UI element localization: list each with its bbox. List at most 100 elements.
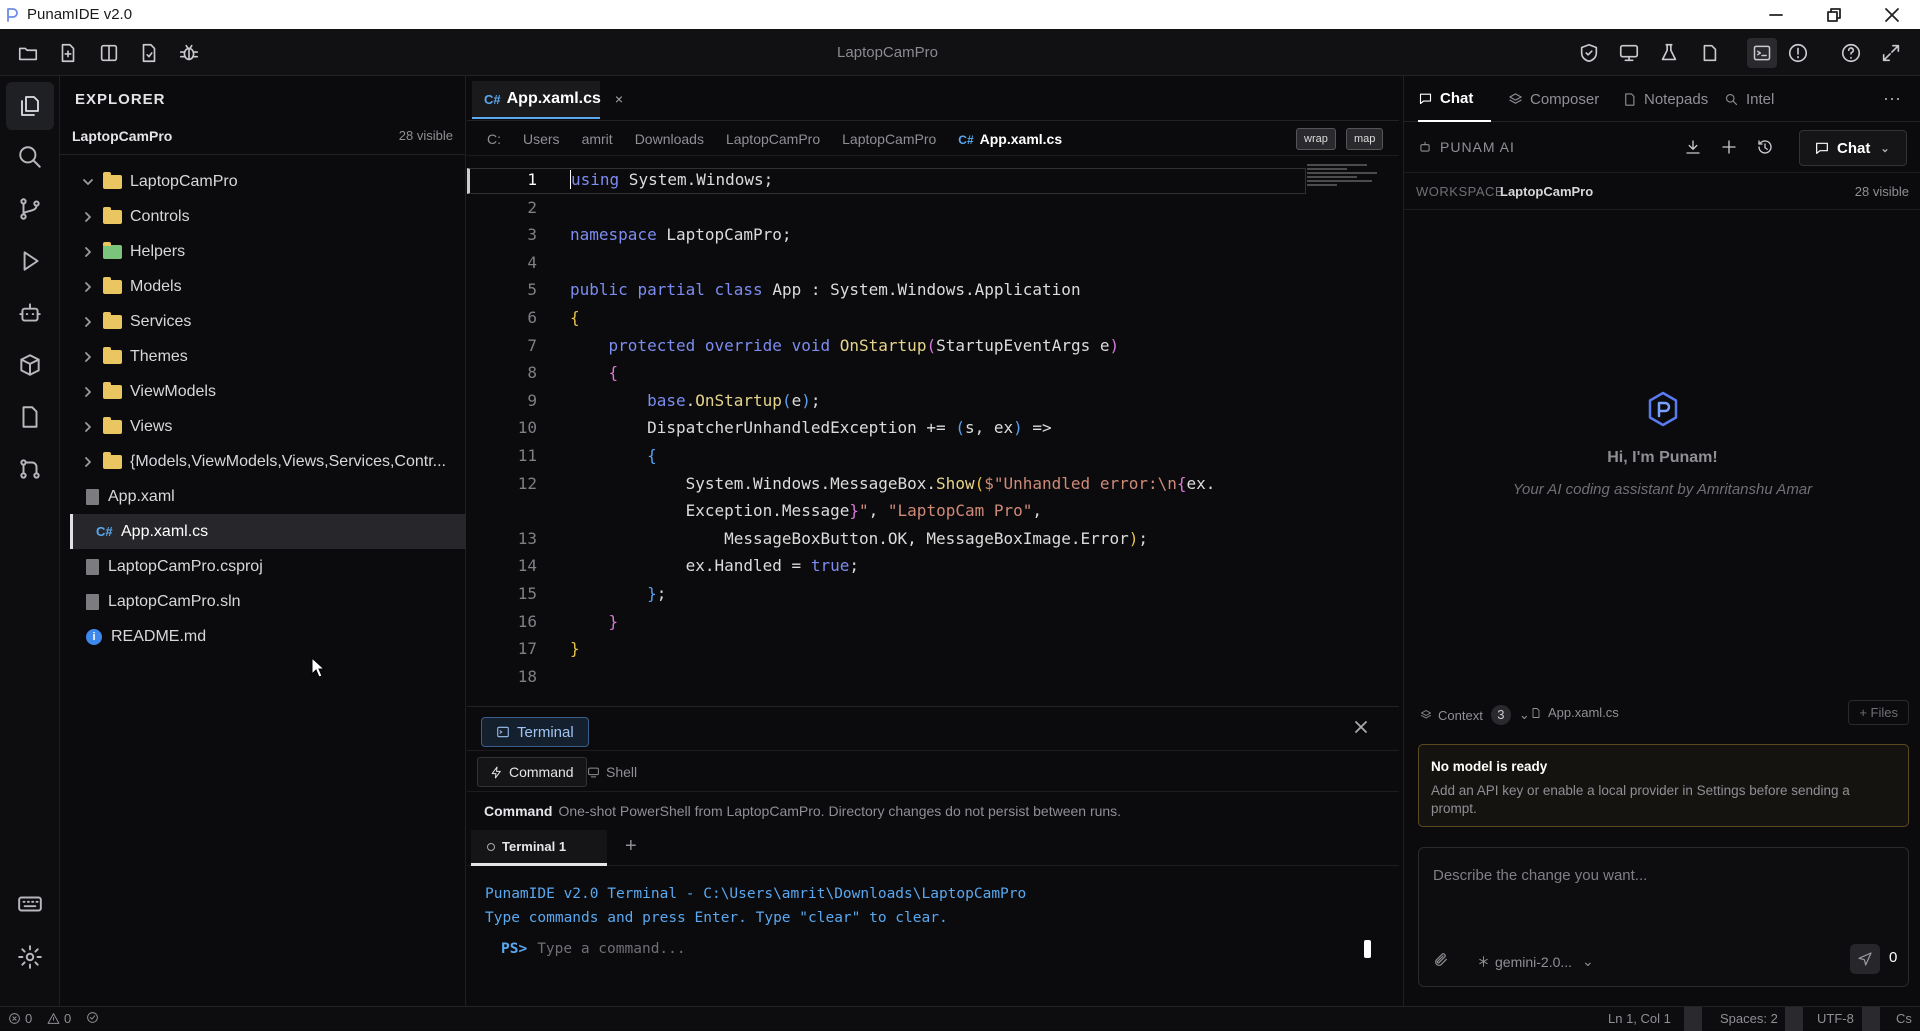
language-mode[interactable]: Cs — [1896, 1011, 1912, 1026]
tree-folder[interactable]: Controls — [60, 199, 466, 234]
tab-composer[interactable]: Composer — [1508, 76, 1599, 122]
shield-icon[interactable] — [1578, 42, 1600, 64]
editor-tab[interactable]: C# App.xaml.cs × — [472, 81, 623, 119]
minimize-button[interactable] — [1747, 0, 1805, 29]
context-file-chip[interactable]: App.xaml.cs — [1530, 705, 1619, 720]
code-line[interactable]: Exception.Message}", "LaptopCam Pro", — [467, 497, 1399, 525]
error-count[interactable]: 0 — [8, 1011, 32, 1026]
chevron-right-icon[interactable] — [82, 351, 94, 363]
more-options-button[interactable]: ··· — [1883, 88, 1901, 109]
ai-bot-icon[interactable] — [17, 300, 43, 326]
code-line[interactable]: 2 — [467, 194, 1399, 222]
terminal-prompt[interactable]: PS> Type a command... — [501, 941, 686, 957]
send-button[interactable] — [1850, 944, 1880, 974]
code-line[interactable]: 10 DispatcherUnhandledException += (s, e… — [467, 414, 1399, 442]
code-line[interactable]: 11 { — [467, 442, 1399, 470]
code-line[interactable]: 14 ex.Handled = true; — [467, 552, 1399, 580]
tree-folder[interactable]: Helpers — [60, 234, 466, 269]
monitor-icon[interactable] — [1618, 42, 1640, 64]
chevron-right-icon[interactable] — [82, 421, 94, 433]
warning-count[interactable]: 0 — [47, 1011, 71, 1026]
chevron-right-icon[interactable] — [82, 386, 94, 398]
tree-folder[interactable]: LaptopCamPro — [60, 164, 466, 199]
tree-folder[interactable]: Views — [60, 409, 466, 444]
tree-folder[interactable]: {Models,ViewModels,Views,Services,Contr.… — [60, 444, 466, 479]
minimap[interactable] — [1307, 164, 1377, 199]
history-icon[interactable] — [1756, 138, 1774, 156]
terminal-session-tab[interactable]: Terminal 1 — [471, 830, 607, 866]
code-line[interactable]: 13 MessageBoxButton.OK, MessageBoxImage.… — [467, 525, 1399, 553]
tree-file[interactable]: i README.md — [60, 619, 466, 654]
explorer-icon[interactable] — [6, 82, 54, 130]
tab-command[interactable]: Command — [477, 757, 587, 787]
terminal-title-button[interactable]: Terminal — [481, 717, 589, 747]
chevron-down-icon[interactable] — [82, 176, 94, 188]
breadcrumb-item[interactable]: C# App.xaml.cs — [958, 131, 1062, 147]
breadcrumb-item[interactable]: Downloads — [635, 131, 704, 147]
model-select[interactable]: gemini-2.0... ⌄ — [1477, 953, 1594, 970]
breadcrumb-item[interactable]: amrit — [582, 131, 613, 147]
code-view[interactable]: 1 using System.Windows; 2 3 namespace Laptop… — [467, 166, 1399, 706]
flask-icon[interactable] — [1658, 42, 1680, 64]
chat-mode-select[interactable]: Chat ⌄ — [1799, 130, 1907, 166]
extensions-cube-icon[interactable] — [17, 352, 43, 378]
close-window-button[interactable] — [1863, 0, 1920, 29]
breadcrumb-item[interactable]: C: — [487, 131, 501, 147]
chevron-right-icon[interactable] — [82, 246, 94, 258]
code-line[interactable]: 6{ — [467, 304, 1399, 332]
add-terminal-button[interactable]: + — [625, 835, 637, 858]
code-line[interactable]: 3 namespace LaptopCamPro; — [467, 221, 1399, 249]
chevron-right-icon[interactable] — [82, 211, 94, 223]
code-line[interactable]: 12 System.Windows.MessageBox.Show($"Unha… — [467, 470, 1399, 498]
tree-file[interactable]: C# App.xaml.cs — [70, 514, 466, 549]
code-line[interactable]: 15 }; — [467, 580, 1399, 608]
tree-folder[interactable]: Services — [60, 304, 466, 339]
tree-file[interactable]: LaptopCamPro.csproj — [60, 549, 466, 584]
code-line[interactable]: 17} — [467, 635, 1399, 663]
new-chat-icon[interactable] — [1720, 138, 1738, 156]
chevron-right-icon[interactable] — [82, 316, 94, 328]
download-icon[interactable] — [1684, 138, 1702, 156]
keyboard-icon[interactable] — [16, 891, 44, 917]
tree-file[interactable]: App.xaml — [60, 479, 466, 514]
notes-icon[interactable] — [17, 404, 43, 430]
chevron-right-icon[interactable] — [82, 281, 94, 293]
code-line[interactable]: 4 — [467, 249, 1399, 277]
tab-shell[interactable]: Shell — [575, 757, 649, 787]
close-tab-icon[interactable]: × — [615, 91, 623, 107]
breadcrumb-item[interactable]: LaptopCamPro — [726, 131, 820, 147]
files-icon[interactable] — [1698, 42, 1720, 64]
code-line[interactable]: 18 — [467, 663, 1399, 691]
terminal-toggle-icon[interactable] — [1747, 38, 1777, 68]
tree-folder[interactable]: Themes — [60, 339, 466, 374]
code-line[interactable]: 5 public partial class App : System.Windo… — [467, 276, 1399, 304]
run-icon[interactable] — [17, 248, 43, 274]
chevron-right-icon[interactable] — [82, 456, 94, 468]
indentation[interactable]: Spaces: 2 — [1720, 1011, 1778, 1026]
tree-folder[interactable]: Models — [60, 269, 466, 304]
chat-input[interactable]: Describe the change you want... — [1433, 867, 1647, 884]
settings-gear-icon[interactable] — [17, 944, 43, 970]
tab-chat[interactable]: Chat — [1418, 76, 1492, 122]
search-icon[interactable] — [17, 144, 43, 170]
code-line[interactable]: 7 protected override void OnStartup(Star… — [467, 332, 1399, 360]
git-branch-icon[interactable] — [17, 456, 43, 482]
tree-folder[interactable]: ViewModels — [60, 374, 466, 409]
command-input[interactable]: Type a command... — [537, 941, 685, 957]
breadcrumb-item[interactable]: Users — [523, 131, 560, 147]
chat-input-box[interactable]: Describe the change you want... gemini-2… — [1418, 847, 1909, 987]
fullscreen-icon[interactable] — [1880, 42, 1902, 64]
restore-button[interactable] — [1805, 0, 1863, 29]
tab-intel[interactable]: Intel — [1724, 76, 1774, 122]
wrap-toggle-button[interactable]: wrap — [1296, 128, 1336, 150]
cursor-position[interactable]: Ln 1, Col 1 — [1608, 1011, 1671, 1026]
attach-icon[interactable] — [1433, 952, 1449, 968]
alert-icon[interactable] — [1787, 42, 1809, 64]
tab-notepads[interactable]: Notepads — [1622, 76, 1708, 122]
context-selector[interactable]: Context 3 ⌄ — [1420, 705, 1530, 725]
code-line[interactable]: 9 base.OnStartup(e); — [467, 387, 1399, 415]
status-check[interactable] — [86, 1011, 103, 1024]
tree-file[interactable]: LaptopCamPro.sln — [60, 584, 466, 619]
close-terminal-icon[interactable] — [1353, 719, 1369, 735]
source-control-icon[interactable] — [17, 196, 43, 222]
